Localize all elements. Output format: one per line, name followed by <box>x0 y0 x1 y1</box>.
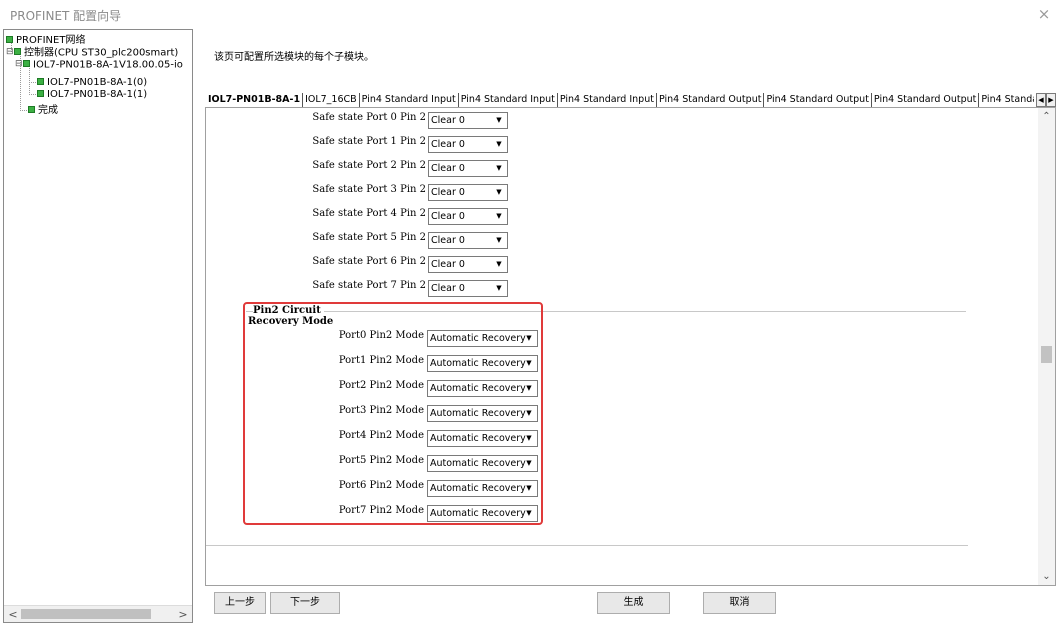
node-icon <box>37 89 44 97</box>
tab-scroll-arrows: ◀ ▶ <box>1036 93 1056 107</box>
tree-item-label: IOL7-PN01B-8A-1(1) <box>47 89 148 100</box>
group-divider <box>206 545 968 546</box>
tree-item-submodule-0[interactable]: IOL7-PN01B-8A-1(0) <box>37 77 147 88</box>
page-description: 该页可配置所选模块的每个子模块。 <box>214 52 374 63</box>
tree-horizontal-scrollbar[interactable]: < > <box>4 605 192 622</box>
submodule-tabs: IOL7-PN01B-8A-1 IOL7_16CB Pin4 Standard In… <box>206 93 1034 107</box>
generate-button[interactable]: 生成 <box>597 592 670 614</box>
tab-iol7-pn01b[interactable]: IOL7-PN01B-8A-1 <box>206 93 304 107</box>
tab-scroll-right-icon[interactable]: ▶ <box>1046 93 1056 107</box>
tab-pin4-output[interactable]: Pin4 Standard Output <box>872 93 980 107</box>
tree-item-label: IOL7-PN01B-8A-1(0) <box>47 77 148 88</box>
scroll-left-icon[interactable]: < <box>6 608 20 621</box>
tree-item-label: 控制器(CPU ST30_plc200smart) <box>24 47 179 59</box>
node-icon <box>28 105 35 113</box>
safe-state-row-3: Safe state Port 3 Pin 2 <box>246 183 426 200</box>
tree-item-label: PROFINET网络 <box>16 35 86 46</box>
tab-iol7-16cb[interactable]: IOL7_16CB <box>303 93 360 107</box>
dropdown-arrow-icon: ▼ <box>496 212 502 220</box>
node-icon <box>14 48 21 55</box>
tab-scroll-left-icon[interactable]: ◀ <box>1036 93 1046 107</box>
dropdown-arrow-icon: ▼ <box>496 116 502 124</box>
safe-state-row-1: Safe state Port 1 Pin 2 <box>246 135 426 152</box>
dropdown-arrow-icon: ▼ <box>496 236 502 244</box>
safe-state-select-4[interactable]: Clear 0 ▼ <box>428 208 508 225</box>
safe-state-select-1[interactable]: Clear 0 ▼ <box>428 136 508 153</box>
vertical-scrollbar[interactable]: ⌃ ⌄ <box>1038 108 1055 585</box>
next-button[interactable]: 下一步 <box>270 592 340 614</box>
safe-state-label: Safe state Port 5 Pin 2 <box>312 232 426 243</box>
tree-item-profinet-network[interactable]: PROFINET网络 <box>6 35 85 46</box>
tab-pin4-output-truncated[interactable]: Pin4 Standard Out <box>979 93 1034 107</box>
scroll-up-icon[interactable]: ⌃ <box>1038 108 1055 125</box>
parameter-panel: Safe state Port 0 Pin 2 Clear 0 ▼ Safe st… <box>205 107 1056 586</box>
scroll-down-icon[interactable]: ⌄ <box>1038 568 1055 585</box>
select-value: Clear 0 <box>431 259 465 270</box>
highlight-annotation <box>243 302 543 525</box>
safe-state-label: Safe state Port 0 Pin 2 <box>312 112 426 123</box>
tree-item-controller[interactable]: ⊟ 控制器(CPU ST30_plc200smart) <box>6 47 178 59</box>
window-title: PROFINET 配置向导 <box>10 9 122 23</box>
safe-state-label: Safe state Port 3 Pin 2 <box>312 184 426 195</box>
safe-state-label: Safe state Port 7 Pin 2 <box>312 280 426 291</box>
tab-pin4-input[interactable]: Pin4 Standard Input <box>558 93 657 107</box>
safe-state-row-7: Safe state Port 7 Pin 2 <box>246 279 426 296</box>
safe-state-row-5: Safe state Port 5 Pin 2 <box>246 231 426 248</box>
dropdown-arrow-icon: ▼ <box>496 164 502 172</box>
safe-state-label: Safe state Port 2 Pin 2 <box>312 160 426 171</box>
dropdown-arrow-icon: ▼ <box>496 284 502 292</box>
collapse-icon[interactable]: ⊟ <box>6 47 14 58</box>
tree-item-label: 完成 <box>38 105 58 116</box>
scrollbar-thumb[interactable] <box>1041 346 1052 363</box>
safe-state-select-0[interactable]: Clear 0 ▼ <box>428 112 508 129</box>
tree-connector <box>29 94 36 95</box>
tab-pin4-output[interactable]: Pin4 Standard Output <box>764 93 872 107</box>
select-value: Clear 0 <box>431 235 465 246</box>
tree-item-iol-module[interactable]: ⊟ IOL7-PN01B-8A-1V18.00.05-io <box>15 59 183 71</box>
dropdown-arrow-icon: ▼ <box>496 188 502 196</box>
safe-state-select-7[interactable]: Clear 0 ▼ <box>428 280 508 297</box>
close-button[interactable]: × <box>1032 4 1056 24</box>
collapse-icon[interactable]: ⊟ <box>15 59 23 70</box>
safe-state-select-3[interactable]: Clear 0 ▼ <box>428 184 508 201</box>
safe-state-row-4: Safe state Port 4 Pin 2 <box>246 207 426 224</box>
scroll-right-icon[interactable]: > <box>176 608 190 621</box>
dropdown-arrow-icon: ▼ <box>496 260 502 268</box>
node-icon <box>6 35 13 43</box>
select-value: Clear 0 <box>431 115 465 126</box>
select-value: Clear 0 <box>431 283 465 294</box>
tree-connector <box>20 110 27 111</box>
safe-state-select-6[interactable]: Clear 0 ▼ <box>428 256 508 273</box>
safe-state-label: Safe state Port 1 Pin 2 <box>312 136 426 147</box>
tree-item-submodule-1[interactable]: IOL7-PN01B-8A-1(1) <box>37 89 147 100</box>
cancel-button[interactable]: 取消 <box>703 592 776 614</box>
tab-pin4-output[interactable]: Pin4 Standard Output <box>657 93 765 107</box>
safe-state-select-2[interactable]: Clear 0 ▼ <box>428 160 508 177</box>
node-icon <box>23 60 30 67</box>
safe-state-row-2: Safe state Port 2 Pin 2 <box>246 159 426 176</box>
tree-connector <box>29 82 36 83</box>
prev-button[interactable]: 上一步 <box>214 592 266 614</box>
safe-state-label: Safe state Port 4 Pin 2 <box>312 208 426 219</box>
title-bar: PROFINET 配置向导 × <box>0 0 1062 28</box>
tree-item-finish[interactable]: 完成 <box>28 105 58 116</box>
select-value: Clear 0 <box>431 139 465 150</box>
network-tree: PROFINET网络 ⊟ 控制器(CPU ST30_plc200smart) ⊟ I… <box>3 29 193 623</box>
select-value: Clear 0 <box>431 211 465 222</box>
safe-state-select-5[interactable]: Clear 0 ▼ <box>428 232 508 249</box>
tab-pin4-input[interactable]: Pin4 Standard Input <box>459 93 558 107</box>
select-value: Clear 0 <box>431 187 465 198</box>
safe-state-row-0: Safe state Port 0 Pin 2 <box>246 111 426 128</box>
dropdown-arrow-icon: ▼ <box>496 140 502 148</box>
node-icon <box>37 77 44 85</box>
select-value: Clear 0 <box>431 163 465 174</box>
tree-item-label: IOL7-PN01B-8A-1V18.00.05-io <box>33 59 183 71</box>
safe-state-label: Safe state Port 6 Pin 2 <box>312 256 426 267</box>
safe-state-row-6: Safe state Port 6 Pin 2 <box>246 255 426 272</box>
tab-pin4-input[interactable]: Pin4 Standard Input <box>360 93 459 107</box>
scrollbar-thumb[interactable] <box>21 609 151 619</box>
